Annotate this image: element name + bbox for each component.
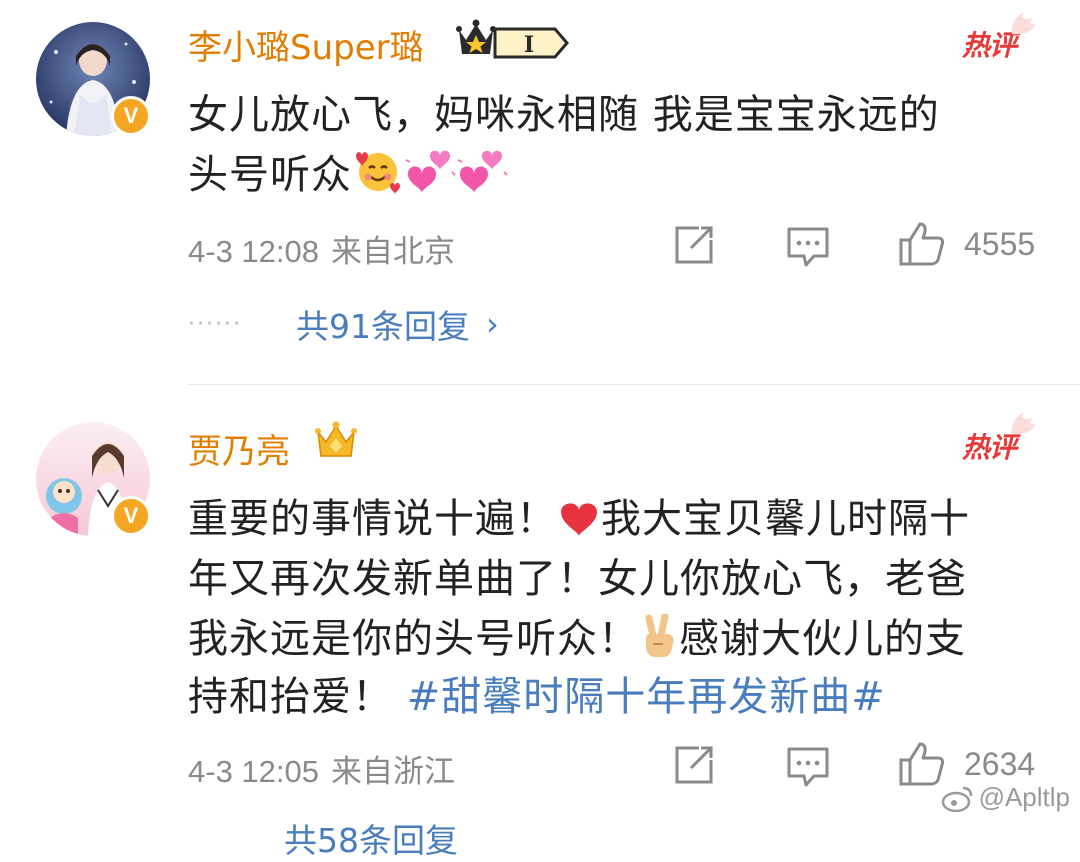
crown-icon xyxy=(456,18,496,64)
comment-meta: 4-3 12:08 来自北京 xyxy=(188,226,455,271)
verified-v-icon: V xyxy=(111,496,151,536)
dots: ······ xyxy=(188,312,242,337)
comment-text-line: 重要的事情说十遍！ 我大宝贝馨儿时隔十 xyxy=(188,486,970,548)
replies-row[interactable]: ······ 共91条回复 › xyxy=(188,300,499,348)
comment-text: 我大宝贝馨儿时隔十 xyxy=(601,496,970,542)
flame-mark xyxy=(1008,408,1038,440)
watermark-text: @Apltlp xyxy=(979,782,1070,812)
crown-icon xyxy=(314,418,358,466)
comment-text-line: 我永远是你的头号听众！ 感谢大伙儿的支 xyxy=(188,606,966,668)
share-icon[interactable] xyxy=(673,744,715,790)
two-hearts-emoji xyxy=(404,146,456,204)
comment-text: 我永远是你的头号听众！ xyxy=(188,616,639,662)
username[interactable]: 贾乃亮 xyxy=(188,424,290,473)
comment-text-line: 年又再次发新单曲了！女儿你放心飞，老爸 xyxy=(188,546,967,604)
weibo-logo-icon xyxy=(941,784,975,819)
red-heart-emoji xyxy=(557,498,601,548)
verified-v-icon: V xyxy=(111,96,151,136)
view-replies-link[interactable]: 共58条回复 xyxy=(284,814,458,862)
level-badge: I xyxy=(493,25,569,65)
location: 来自浙江 xyxy=(331,754,455,790)
comment-text: 重要的事情说十遍！ xyxy=(188,496,557,542)
like-count: 4555 xyxy=(964,226,1035,263)
comment-text-line: 持和抬爱！ #甜馨时隔十年再发新曲# xyxy=(188,664,886,722)
comment-icon[interactable] xyxy=(786,746,830,792)
comment-text: 头号听众 xyxy=(188,152,352,198)
divider xyxy=(188,384,1080,385)
username[interactable]: 李小璐Super璐 xyxy=(188,20,424,69)
comment-text-line: 头号听众 xyxy=(188,142,508,204)
comment-2: V 贾乃亮 热评 重要的事情说十遍！ 我大宝贝馨儿时隔十 年又再次发新单曲了！女… xyxy=(0,386,1080,833)
comment-1: V 李小璐Super璐 I 热评 女儿放心飞，妈咪永相随 我是宝宝永远的 头号听… xyxy=(0,0,1080,380)
chevron-right-icon: › xyxy=(486,305,499,343)
timestamp: 4-3 12:08 xyxy=(188,234,319,269)
comment-icon[interactable] xyxy=(786,226,830,272)
comment-text-line: 女儿放心飞，妈咪永相随 我是宝宝永远的 xyxy=(188,82,940,140)
smiling-hearts-emoji xyxy=(352,146,404,204)
comment-text: 感谢大伙儿的支 xyxy=(679,616,966,662)
two-hearts-emoji xyxy=(456,146,508,204)
comment-text: 持和抬爱！ xyxy=(188,674,393,720)
like-icon[interactable] xyxy=(898,740,946,792)
replies-row[interactable]: 共58条回复 xyxy=(188,814,458,862)
location: 来自北京 xyxy=(331,234,455,270)
share-icon[interactable] xyxy=(673,224,715,270)
like-count: 2634 xyxy=(964,746,1035,783)
timestamp: 4-3 12:05 xyxy=(188,754,319,789)
watermark: @Apltlp xyxy=(941,782,1070,819)
svg-text:I: I xyxy=(524,32,534,58)
like-icon[interactable] xyxy=(898,220,946,272)
hashtag-link[interactable]: #甜馨时隔十年再发新曲# xyxy=(407,674,886,720)
flame-mark xyxy=(1008,8,1038,40)
comment-meta: 4-3 12:05 来自浙江 xyxy=(188,746,455,791)
victory-hand-emoji xyxy=(639,614,679,668)
view-replies-link[interactable]: 共91条回复 xyxy=(296,300,470,348)
